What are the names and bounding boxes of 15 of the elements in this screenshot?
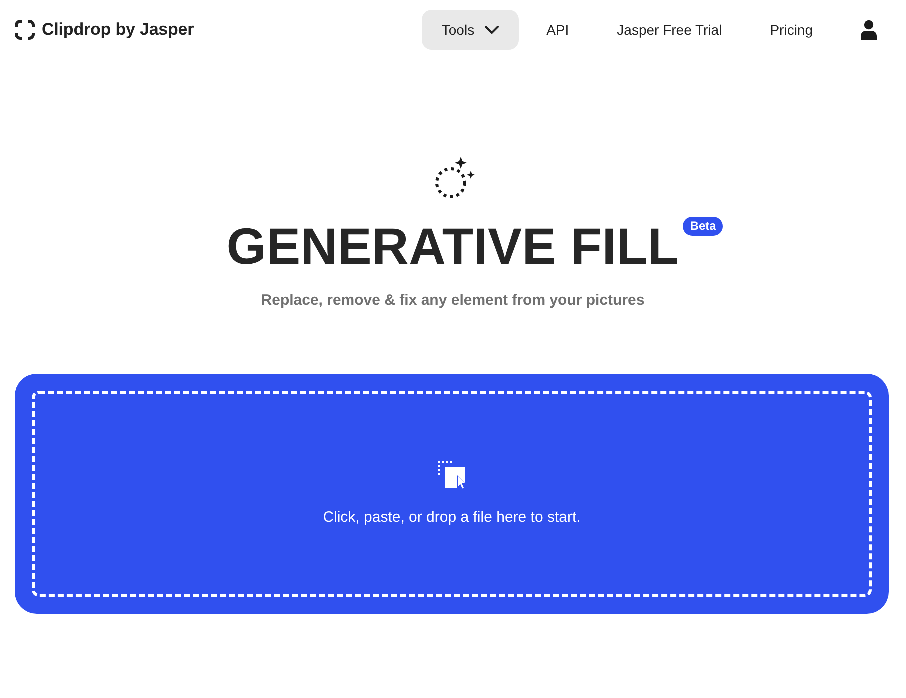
logo-link[interactable]: Clipdrop by Jasper <box>15 20 194 40</box>
nav-link[interactable]: Jasper Free Trial <box>597 10 742 50</box>
beta-badge: Beta <box>683 217 724 236</box>
upload-prompt-text: Click, paste, or drop a file here to start. <box>323 509 581 526</box>
drop-area[interactable]: Click, paste, or drop a file here to start. <box>32 391 872 597</box>
user-icon <box>861 20 877 40</box>
chevron-down-icon <box>484 26 499 34</box>
tools-menu-button[interactable]: Tools <box>422 10 519 50</box>
dotted-circle-sparkle-icon <box>434 157 474 199</box>
logo-icon <box>15 20 35 40</box>
nav-link[interactable]: API <box>526 10 590 50</box>
page-title: GENERATIVE FILL <box>226 217 680 277</box>
drop-file-icon <box>438 461 466 489</box>
nav-link[interactable]: Pricing <box>750 10 833 50</box>
subtitle-text: Replace, remove & fix any element from your pictures <box>261 292 645 309</box>
